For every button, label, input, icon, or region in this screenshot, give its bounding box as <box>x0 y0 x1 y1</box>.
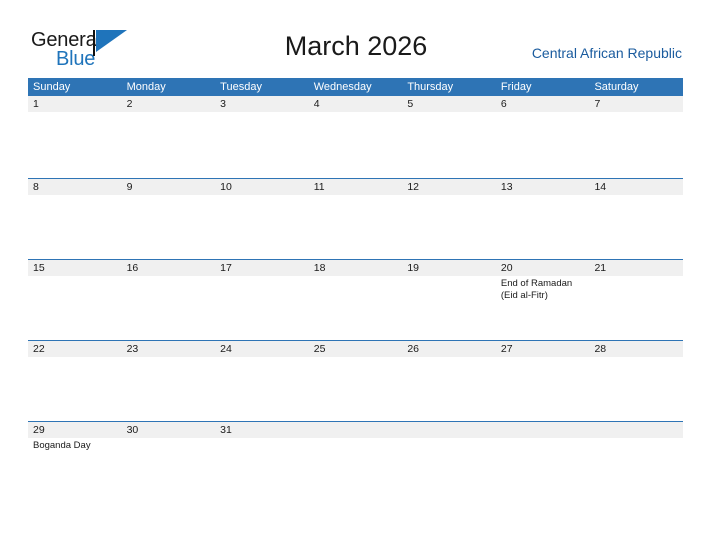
day-cell[interactable]: 10 <box>215 179 309 259</box>
day-number: 14 <box>594 181 607 193</box>
weekday-header-monday: Monday <box>126 81 166 93</box>
weekday-header-row: Sunday Monday Tuesday Wednesday Thursday… <box>28 78 683 96</box>
day-cell[interactable]: 29 Boganda Day <box>28 422 122 502</box>
day-number: 6 <box>500 98 507 110</box>
day-number: 12 <box>407 181 419 193</box>
day-cell[interactable]: 11 <box>309 179 403 259</box>
page-title: March 2026 <box>284 31 428 61</box>
brand-logo[interactable]: General Blue <box>31 29 136 71</box>
brand-name-blue: Blue <box>56 48 96 70</box>
day-number: 7 <box>594 98 601 110</box>
day-number: 21 <box>594 262 607 274</box>
page-header: General Blue March 2026 Central African … <box>0 0 712 78</box>
day-number: 23 <box>126 343 139 355</box>
weekday-header-friday: Friday <box>500 81 532 93</box>
calendar-week-row: 1 2 3 4 5 6 7 <box>28 96 683 178</box>
day-cell[interactable]: 8 <box>28 179 122 259</box>
day-cell[interactable]: 3 <box>215 96 309 178</box>
day-number: 4 <box>313 98 320 110</box>
day-cell[interactable]: 31 <box>215 422 309 502</box>
day-cell-empty <box>496 422 590 502</box>
day-number: 1 <box>33 98 39 110</box>
day-number: 11 <box>313 181 325 193</box>
day-cell[interactable]: 19 <box>402 260 496 340</box>
day-number: 20 <box>500 262 513 274</box>
day-cell-empty <box>589 422 683 502</box>
day-cell[interactable]: 16 <box>122 260 216 340</box>
calendar-week-row: 15 16 17 18 19 20 End of Ramadan (Eid al-Fitr) 2… <box>28 259 683 340</box>
week-cells: 8 9 10 11 12 13 14 <box>28 179 683 259</box>
day-events: End of Ramadan (Eid al-Fitr) <box>501 278 587 301</box>
day-cell[interactable]: 20 End of Ramadan (Eid al-Fitr) <box>496 260 590 340</box>
day-number: 18 <box>313 262 326 274</box>
day-number: 31 <box>220 424 232 436</box>
weekday-header-saturday: Saturday <box>594 81 639 93</box>
day-number: 2 <box>126 98 133 110</box>
calendar-grid: Sunday Monday Tuesday Wednesday Thursday… <box>28 78 683 502</box>
day-cell[interactable]: 7 <box>589 96 683 178</box>
day-cell[interactable]: 1 <box>28 96 122 178</box>
day-cell[interactable]: 9 <box>122 179 216 259</box>
day-cell[interactable]: 27 <box>496 341 590 421</box>
day-number: 24 <box>220 343 232 355</box>
weekday-header-tuesday: Tuesday <box>220 81 262 93</box>
weekday-header-thursday: Thursday <box>407 81 454 93</box>
day-cell[interactable]: 17 <box>215 260 309 340</box>
flag-pennant <box>96 30 127 52</box>
day-number: 27 <box>500 343 513 355</box>
day-number: 9 <box>126 181 133 193</box>
day-number: 8 <box>33 181 39 193</box>
holiday-event-label: (Eid al-Fitr) <box>500 289 548 301</box>
day-cell[interactable]: 18 <box>309 260 403 340</box>
day-cell[interactable]: 14 <box>589 179 683 259</box>
holiday-event-label: Boganda Day <box>33 440 91 451</box>
day-cell[interactable]: 25 <box>309 341 403 421</box>
day-cell[interactable]: 2 <box>122 96 216 178</box>
day-number: 29 <box>33 424 45 436</box>
day-events: Boganda Day <box>33 440 119 452</box>
day-cell[interactable]: 26 <box>402 341 496 421</box>
day-number: 25 <box>313 343 326 355</box>
day-cell[interactable]: 13 <box>496 179 590 259</box>
day-cell[interactable]: 28 <box>589 341 683 421</box>
flag-icon <box>93 30 129 56</box>
day-number: 13 <box>500 181 513 193</box>
holiday-event-label: End of Ramadan <box>500 278 573 289</box>
day-number: 22 <box>33 343 45 355</box>
day-number: 28 <box>594 343 607 355</box>
country-label: Central African Republic <box>531 45 682 61</box>
calendar-week-row: 8 9 10 11 12 13 14 <box>28 178 683 259</box>
day-cell[interactable]: 21 <box>589 260 683 340</box>
week-cells: 15 16 17 18 19 20 End of Ramadan (Eid al-Fitr) 2… <box>28 260 683 340</box>
calendar-week-row: 29 Boganda Day 30 31 <box>28 421 683 502</box>
flag-pole <box>93 30 95 56</box>
weekday-header-sunday: Sunday <box>33 81 71 93</box>
day-cell[interactable]: 23 <box>122 341 216 421</box>
day-number: 3 <box>220 98 226 110</box>
weekday-header-wednesday: Wednesday <box>313 81 372 93</box>
day-cell[interactable]: 4 <box>309 96 403 178</box>
day-cell[interactable]: 24 <box>215 341 309 421</box>
day-number: 10 <box>220 181 232 193</box>
day-number: 19 <box>407 262 419 274</box>
day-cell-empty <box>309 422 403 502</box>
day-cell[interactable]: 6 <box>496 96 590 178</box>
week-cells: 1 2 3 4 5 6 7 <box>28 96 683 178</box>
day-number: 15 <box>33 262 45 274</box>
day-cell[interactable]: 12 <box>402 179 496 259</box>
calendar-weeks: 1 2 3 4 5 6 7 8 9 10 11 12 13 14 15 16 17 18 19 20 End of Ra… <box>28 96 683 502</box>
day-cell[interactable]: 30 <box>122 422 216 502</box>
day-number: 17 <box>220 262 232 274</box>
day-cell[interactable]: 15 <box>28 260 122 340</box>
day-cell-empty <box>402 422 496 502</box>
week-cells: 22 23 24 25 26 27 28 <box>28 341 683 421</box>
day-number: 5 <box>407 98 414 110</box>
day-cell[interactable]: 22 <box>28 341 122 421</box>
day-cell[interactable]: 5 <box>402 96 496 178</box>
day-number: 30 <box>126 424 139 436</box>
day-number: 16 <box>126 262 139 274</box>
calendar-week-row: 22 23 24 25 26 27 28 <box>28 340 683 421</box>
week-cells: 29 Boganda Day 30 31 <box>28 422 683 502</box>
day-number: 26 <box>407 343 419 355</box>
